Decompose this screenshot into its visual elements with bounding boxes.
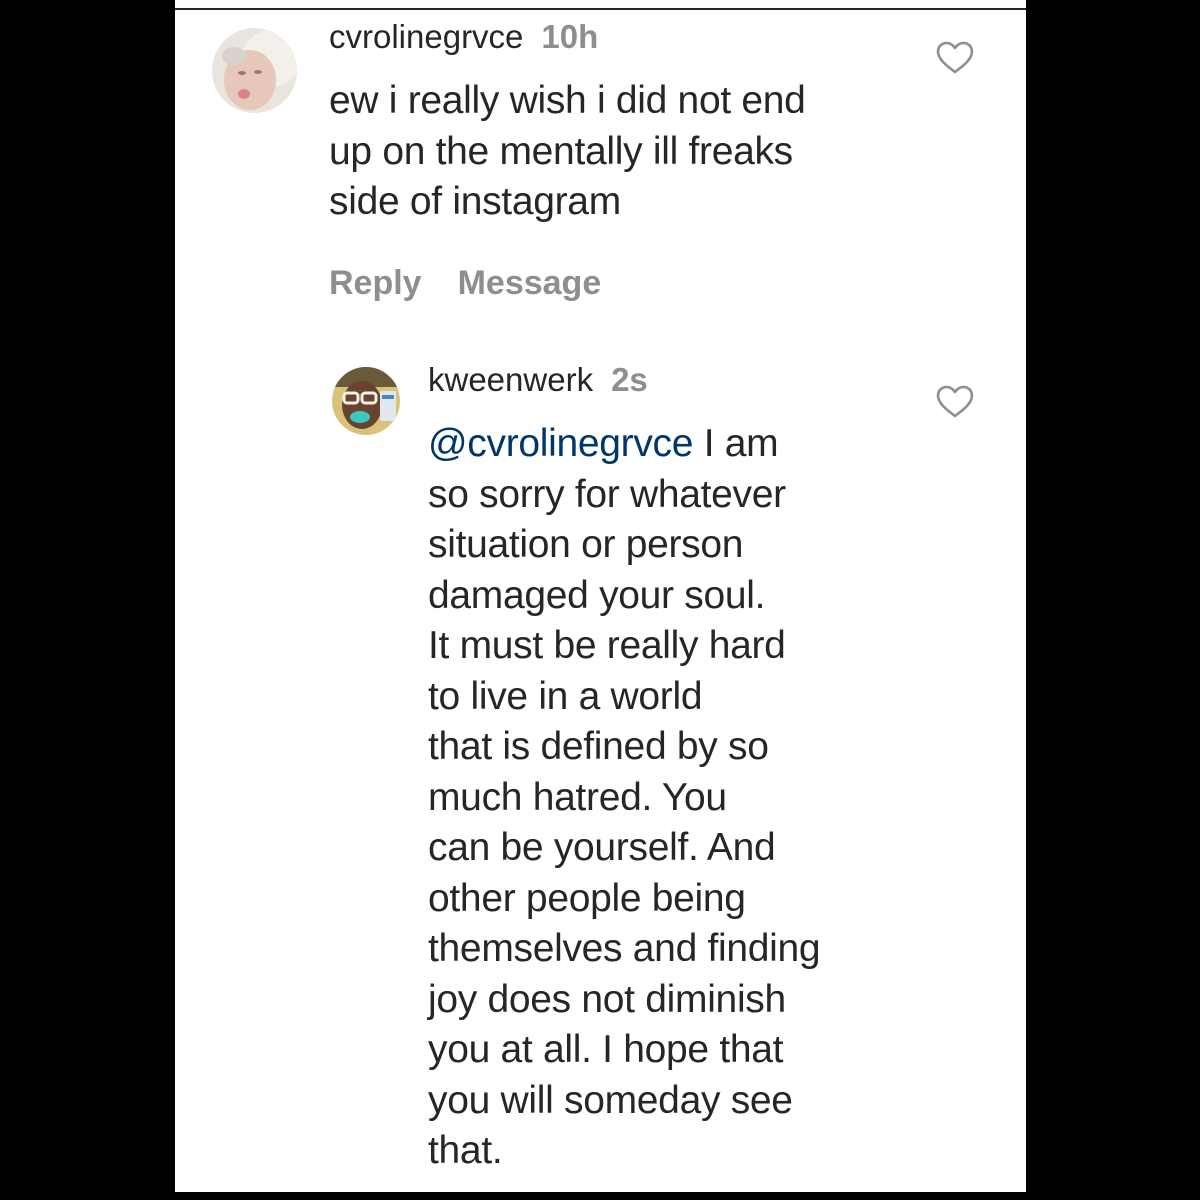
mention-link[interactable]: @cvrolinegrvce [428,422,693,465]
comment-actions: Reply Message [329,263,601,303]
comment-text: ew i really wish i did not end up on the… [329,79,806,223]
reply-body: I am so sorry for whatever situation or … [428,422,821,1172]
comment-text: @cvrolinegrvce I am so sorry for whateve… [428,419,908,1177]
comment-timestamp: 2s [611,361,648,398]
username-link[interactable]: kweenwerk [428,361,593,398]
heart-outline-icon[interactable] [936,385,974,419]
message-button[interactable]: Message [458,264,602,302]
reply-button[interactable]: Reply [329,264,422,302]
username-link[interactable]: cvrolinegrvce [329,18,523,55]
avatar-cvrolinegrvce[interactable] [212,28,297,113]
comment-thread: cvrolinegrvce 10h ew i really wish i did … [175,0,1026,1192]
heart-outline-icon[interactable] [936,41,974,75]
avatar-kweenwerk[interactable] [332,367,400,435]
top-divider [175,8,1026,10]
comment-header: kweenwerk 2s [428,361,648,399]
comment-header: cvrolinegrvce 10h [329,18,598,56]
comment-timestamp: 10h [541,18,599,55]
